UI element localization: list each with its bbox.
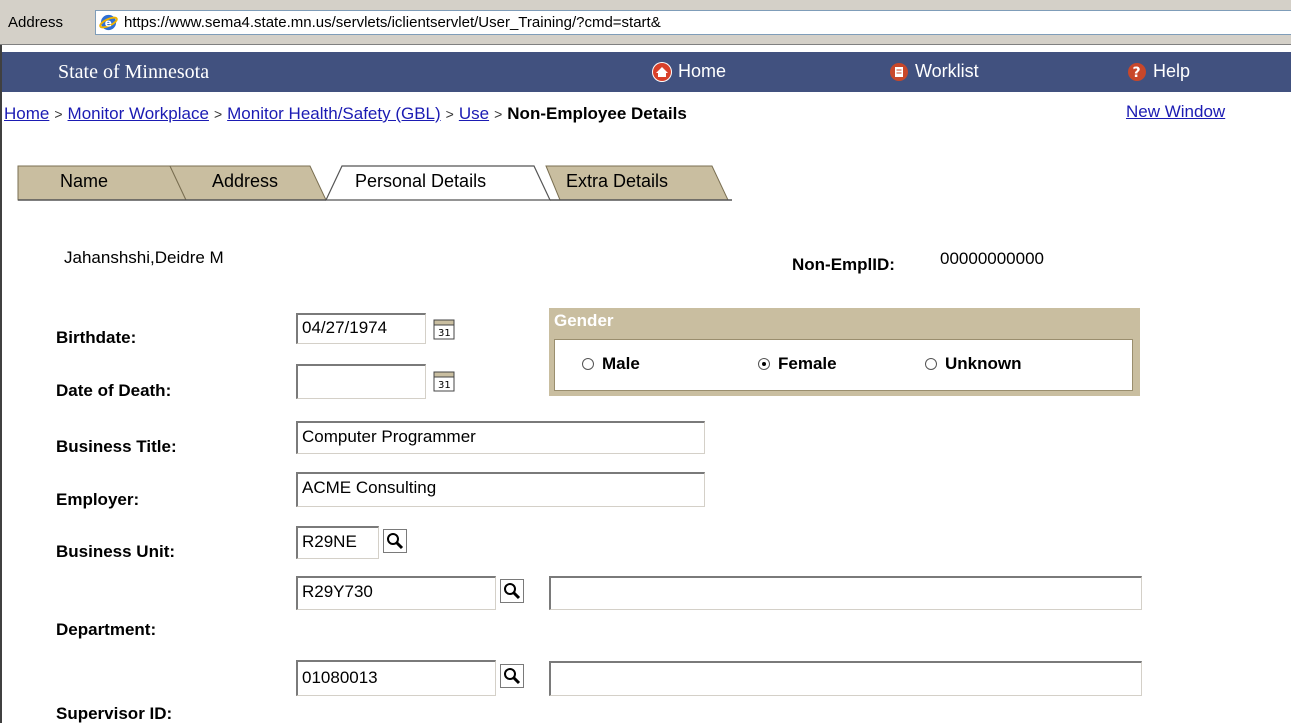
supervisor-lookup-button[interactable] — [500, 664, 524, 688]
breadcrumb-separator: > — [213, 106, 223, 122]
magnifier-icon — [387, 533, 404, 550]
breadcrumb-monitor-health-safety[interactable]: Monitor Health/Safety (GBL) — [227, 104, 441, 123]
url-text: https://www.sema4.state.mn.us/servlets/i… — [124, 14, 661, 31]
magnifier-icon — [504, 583, 521, 600]
new-window-link[interactable]: New Window — [1126, 102, 1225, 122]
magnifier-icon — [504, 668, 521, 685]
department-lookup-button[interactable] — [500, 579, 524, 603]
svg-text:31: 31 — [438, 328, 451, 339]
birthdate-field[interactable]: 04/27/1974 — [296, 313, 426, 344]
radio-button-selected[interactable] — [758, 358, 770, 370]
address-label: Address — [8, 14, 64, 31]
gender-title: Gender — [554, 311, 614, 330]
nonemplid-label: Non-EmplID: — [792, 255, 895, 274]
supervisor-description-field — [549, 661, 1142, 696]
svg-text:e: e — [105, 17, 112, 29]
svg-text:?: ? — [1133, 65, 1141, 81]
gender-options: Male Female Unknown — [554, 339, 1133, 391]
gender-male-radio[interactable]: Male — [582, 354, 640, 374]
calendar-icon[interactable]: 31 — [433, 318, 455, 340]
department-description-field — [549, 576, 1142, 610]
calendar-icon[interactable]: 31 — [433, 370, 455, 392]
home-label: Home — [678, 61, 727, 81]
radio-button[interactable] — [925, 358, 937, 370]
gender-unknown-label: Unknown — [945, 354, 1022, 373]
employer-label: Employer: — [56, 490, 140, 509]
home-icon — [652, 61, 672, 82]
gender-female-label: Female — [778, 354, 837, 373]
gender-group: Gender Male Female Unknown — [549, 308, 1140, 396]
breadcrumb-separator: > — [54, 106, 63, 122]
radio-button[interactable] — [582, 358, 594, 370]
business-title-label: Business Title: — [56, 437, 177, 456]
birthdate-label: Birthdate: — [56, 328, 137, 347]
department-field[interactable]: R29Y730 — [296, 576, 496, 610]
breadcrumb-use[interactable]: Use — [459, 104, 489, 123]
supervisor-id-field[interactable]: 01080013 — [296, 660, 496, 696]
worklist-link[interactable]: Worklist — [889, 61, 979, 82]
worklist-icon — [889, 62, 909, 82]
gender-unknown-radio[interactable]: Unknown — [925, 354, 1022, 374]
breadcrumb-separator: > — [494, 106, 503, 122]
home-link[interactable]: Home — [652, 61, 726, 82]
supervisor-id-label: Supervisor ID: — [56, 704, 173, 723]
url-field[interactable]: e https://www.sema4.state.mn.us/servlets… — [95, 10, 1291, 35]
tab-strip: Name Address Personal Details Extra Deta… — [0, 160, 740, 206]
breadcrumb-monitor-workplace[interactable]: Monitor Workplace — [68, 104, 209, 123]
person-name: Jahanshshi,Deidre M — [64, 248, 224, 267]
breadcrumb-current: Non-Employee Details — [507, 104, 687, 123]
business-title-field[interactable]: Computer Programmer — [296, 421, 705, 454]
department-label: Department: — [56, 620, 157, 639]
worklist-label: Worklist — [915, 61, 979, 81]
breadcrumb-home[interactable]: Home — [4, 104, 49, 123]
window-edge — [0, 45, 2, 723]
nonemplid-value: 00000000000 — [940, 249, 1045, 268]
employer-field[interactable]: ACME Consulting — [296, 472, 705, 507]
tab-address[interactable]: Address — [212, 171, 278, 192]
tab-extra-details[interactable]: Extra Details — [566, 171, 668, 192]
breadcrumb-separator: > — [445, 106, 454, 122]
business-unit-label: Business Unit: — [56, 542, 176, 561]
business-unit-lookup-button[interactable] — [383, 529, 407, 553]
date-of-death-field[interactable] — [296, 364, 426, 399]
business-unit-field[interactable]: R29NE — [296, 526, 379, 559]
breadcrumb: Home > Monitor Workplace > Monitor Health/Sa… — [4, 104, 687, 124]
ie-page-icon: e — [99, 14, 118, 31]
date-of-death-label: Date of Death: — [56, 381, 172, 400]
header-bar: State of Minnesota Home Worklist ? Help — [2, 52, 1291, 92]
gender-male-label: Male — [602, 354, 640, 373]
tab-personal-details[interactable]: Personal Details — [355, 171, 486, 192]
address-bar: Address e https://www.sema4.state.mn.us/… — [0, 0, 1291, 45]
site-name: State of Minnesota — [58, 61, 210, 83]
help-link[interactable]: ? Help — [1127, 61, 1190, 82]
svg-text:31: 31 — [438, 380, 451, 391]
gender-female-radio[interactable]: Female — [758, 354, 837, 374]
tab-name[interactable]: Name — [60, 171, 108, 192]
help-label: Help — [1153, 61, 1191, 81]
help-icon: ? — [1127, 62, 1147, 82]
